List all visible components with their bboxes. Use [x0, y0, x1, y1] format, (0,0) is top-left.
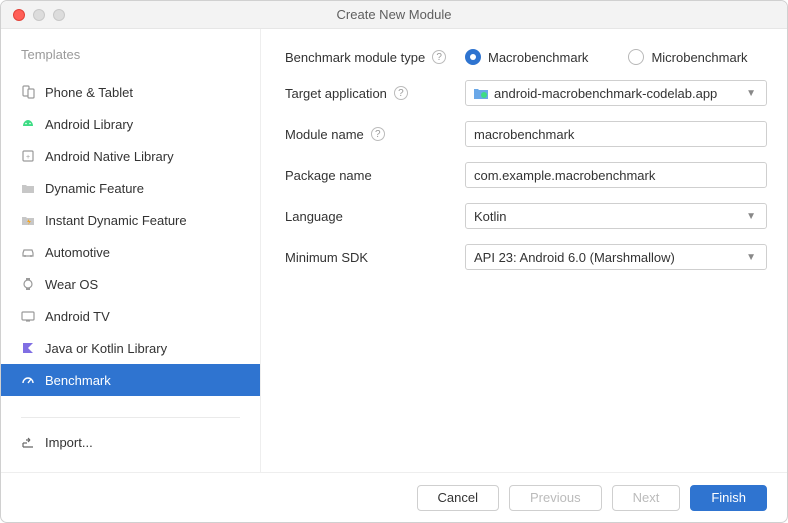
sidebar-templates: Templates Phone & Tablet Android Library… — [1, 29, 261, 472]
form-panel: Benchmark module type ? Macrobenchmark M… — [261, 29, 787, 472]
sidebar-item-phone-tablet[interactable]: Phone & Tablet — [1, 76, 260, 108]
select-value: Kotlin — [474, 209, 507, 224]
chevron-down-icon: ▼ — [740, 84, 762, 103]
radio-label: Microbenchmark — [651, 50, 747, 65]
android-icon — [21, 117, 35, 131]
next-button: Next — [612, 485, 681, 511]
sidebar-item-dynamic-feature[interactable]: Dynamic Feature — [1, 172, 260, 204]
sidebar-item-label: Phone & Tablet — [45, 85, 133, 100]
label-target-application: Target application — [285, 86, 387, 101]
sidebar-item-automotive[interactable]: Automotive — [1, 236, 260, 268]
help-icon[interactable]: ? — [394, 86, 408, 100]
divider — [21, 417, 240, 418]
sidebar-item-label: Wear OS — [45, 277, 98, 292]
label-language: Language — [285, 209, 343, 224]
input-module-name[interactable] — [465, 121, 767, 147]
folder-icon — [21, 181, 35, 195]
dialog-create-new-module: Create New Module Templates Phone & Tabl… — [0, 0, 788, 523]
sidebar-item-label: Java or Kotlin Library — [45, 341, 167, 356]
finish-button[interactable]: Finish — [690, 485, 767, 511]
label-package-name: Package name — [285, 168, 372, 183]
phone-icon — [21, 85, 35, 99]
sidebar-item-label: Android Library — [45, 117, 133, 132]
sidebar-item-wear-os[interactable]: Wear OS — [1, 268, 260, 300]
sidebar-item-benchmark[interactable]: Benchmark — [1, 364, 260, 396]
label-benchmark-type: Benchmark module type — [285, 50, 425, 65]
watch-icon — [21, 277, 35, 291]
sidebar-item-instant-dynamic-feature[interactable]: Instant Dynamic Feature — [1, 204, 260, 236]
native-icon: + — [21, 149, 35, 163]
import-icon — [21, 435, 35, 449]
chevron-down-icon: ▼ — [740, 207, 762, 226]
kotlin-icon — [21, 341, 35, 355]
select-value: android-macrobenchmark-codelab.app — [494, 86, 717, 101]
sidebar-item-import[interactable]: Import... — [1, 426, 260, 458]
cancel-button[interactable]: Cancel — [417, 485, 499, 511]
sidebar-item-label: Automotive — [45, 245, 110, 260]
select-target-application[interactable]: android-macrobenchmark-codelab.app ▼ — [465, 80, 767, 106]
sidebar-item-label: Import... — [45, 435, 93, 450]
select-language[interactable]: Kotlin ▼ — [465, 203, 767, 229]
radio-macrobenchmark[interactable]: Macrobenchmark — [465, 49, 588, 65]
sidebar-item-label: Benchmark — [45, 373, 111, 388]
tv-icon — [21, 309, 35, 323]
chevron-down-icon: ▼ — [740, 248, 762, 267]
sidebar-item-java-kotlin-library[interactable]: Java or Kotlin Library — [1, 332, 260, 364]
sidebar-item-android-library[interactable]: Android Library — [1, 108, 260, 140]
titlebar: Create New Module — [1, 1, 787, 29]
select-value: API 23: Android 6.0 (Marshmallow) — [474, 250, 675, 265]
car-icon — [21, 245, 35, 259]
select-minimum-sdk[interactable]: API 23: Android 6.0 (Marshmallow) ▼ — [465, 244, 767, 270]
sidebar-header: Templates — [1, 43, 260, 76]
window-title: Create New Module — [1, 7, 787, 22]
sidebar-item-android-tv[interactable]: Android TV — [1, 300, 260, 332]
label-minimum-sdk: Minimum SDK — [285, 250, 368, 265]
folder-instant-icon — [21, 213, 35, 227]
sidebar-item-label: Dynamic Feature — [45, 181, 144, 196]
svg-text:+: + — [26, 154, 30, 161]
input-package-name[interactable] — [465, 162, 767, 188]
label-module-name: Module name — [285, 127, 364, 142]
dialog-footer: Cancel Previous Next Finish — [1, 472, 787, 522]
radio-microbenchmark[interactable]: Microbenchmark — [628, 49, 747, 65]
help-icon[interactable]: ? — [432, 50, 446, 64]
sidebar-item-label: Instant Dynamic Feature — [45, 213, 187, 228]
help-icon[interactable]: ? — [371, 127, 385, 141]
sidebar-item-label: Android TV — [45, 309, 110, 324]
radio-label: Macrobenchmark — [488, 50, 588, 65]
sidebar-item-label: Android Native Library — [45, 149, 174, 164]
module-icon — [474, 87, 488, 99]
sidebar-item-android-native-library[interactable]: + Android Native Library — [1, 140, 260, 172]
speedometer-icon — [21, 373, 35, 387]
previous-button: Previous — [509, 485, 602, 511]
